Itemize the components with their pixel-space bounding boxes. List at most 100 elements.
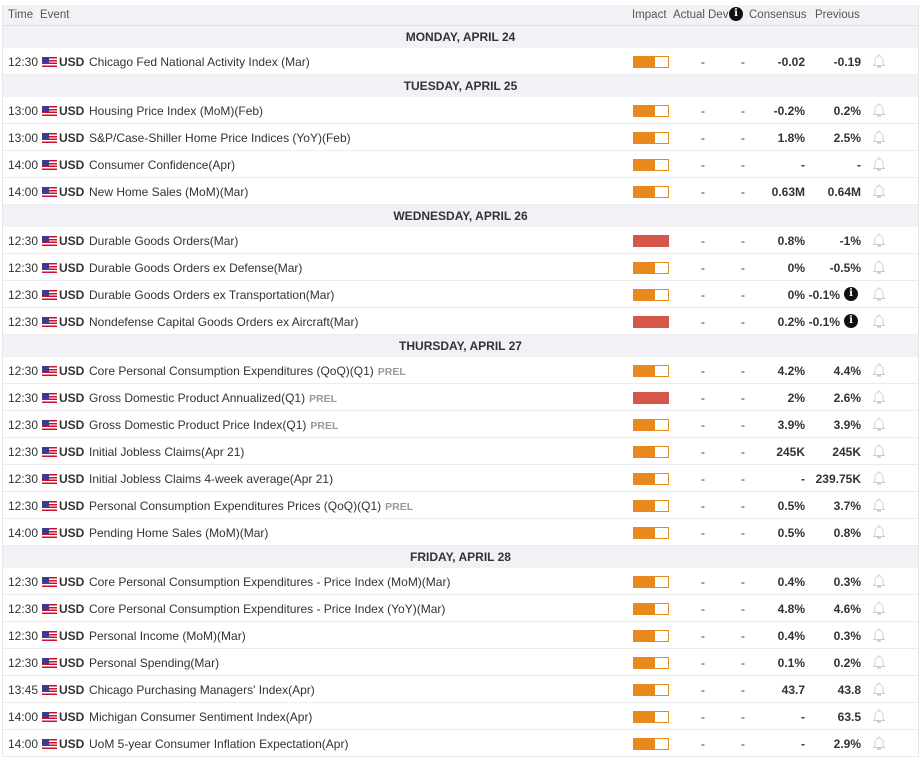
bell-icon[interactable] xyxy=(872,363,886,378)
event-name[interactable]: Chicago Purchasing Managers' Index(Apr) xyxy=(89,683,315,697)
currency-code: USD xyxy=(59,315,85,329)
event-name[interactable]: Core Personal Consumption Expenditures -… xyxy=(89,602,445,616)
event-name[interactable]: Core Personal Consumption Expenditures (… xyxy=(89,364,406,378)
bell-icon[interactable] xyxy=(872,157,886,172)
bell-icon[interactable] xyxy=(872,682,886,697)
previous-value: -0.19 xyxy=(833,55,861,69)
bell-icon[interactable] xyxy=(872,314,886,329)
event-row[interactable]: 12:30 USD Gross Domestic Product Price Ind… xyxy=(3,411,918,438)
event-name[interactable]: UoM 5-year Consumer Inflation Expectatio… xyxy=(89,737,348,751)
event-row[interactable]: 14:00 USD Consumer Confidence(Apr) - - - - xyxy=(3,151,918,178)
deviation-value: - xyxy=(741,526,745,540)
event-name[interactable]: Durable Goods Orders ex Transportation(M… xyxy=(89,288,334,302)
bell-icon[interactable] xyxy=(872,390,886,405)
bell-icon[interactable] xyxy=(872,444,886,459)
info-icon[interactable]: i xyxy=(844,314,858,328)
currency-code: USD xyxy=(59,710,85,724)
previous-value: -1% xyxy=(839,234,861,248)
event-name[interactable]: Nondefense Capital Goods Orders ex Aircr… xyxy=(89,315,358,329)
bell-icon[interactable] xyxy=(872,184,886,199)
previous-value: -0.5% xyxy=(829,261,861,275)
bell-icon[interactable] xyxy=(872,574,886,589)
bell-icon[interactable] xyxy=(872,628,886,643)
event-row[interactable]: 12:30 USD Core Personal Consumption Expend… xyxy=(3,595,918,622)
event-row[interactable]: 13:00 USD S&P/Case-Shiller Home Price Indi… xyxy=(3,124,918,151)
event-name[interactable]: New Home Sales (MoM)(Mar) xyxy=(89,185,248,199)
bell-icon[interactable] xyxy=(872,130,886,145)
event-name[interactable]: Gross Domestic Product Annualized(Q1) PRE… xyxy=(89,391,337,405)
event-row[interactable]: 12:30 USD Core Personal Consumption Expend… xyxy=(3,357,918,384)
impact-medium-bar xyxy=(633,289,669,301)
bell-icon[interactable] xyxy=(872,233,886,248)
event-row[interactable]: 13:45 USD Chicago Purchasing Managers' Ind… xyxy=(3,676,918,703)
table-header: Time Event Impact Actual Dev i Consensus… xyxy=(3,5,918,26)
event-name[interactable]: Housing Price Index (MoM)(Feb) xyxy=(89,104,263,118)
event-row[interactable]: 12:30 USD Nondefense Capital Goods Orders … xyxy=(3,308,918,335)
bell-icon[interactable] xyxy=(872,287,886,302)
bell-icon[interactable] xyxy=(872,525,886,540)
us-flag-icon xyxy=(42,366,57,376)
event-row[interactable]: 14:00 USD Pending Home Sales (MoM)(Mar) - - 0… xyxy=(3,519,918,546)
event-row[interactable]: 14:00 USD Michigan Consumer Sentiment Inde… xyxy=(3,703,918,730)
event-time: 12:30 xyxy=(8,315,39,329)
us-flag-icon xyxy=(42,57,57,67)
currency-code: USD xyxy=(59,55,85,69)
event-name[interactable]: Durable Goods Orders(Mar) xyxy=(89,234,238,248)
previous-value: 0.2% xyxy=(833,656,861,670)
event-name-text: Core Personal Consumption Expenditures (… xyxy=(89,364,374,378)
bell-icon[interactable] xyxy=(872,709,886,724)
event-row[interactable]: 14:00 USD UoM 5-year Consumer Inflation Ex… xyxy=(3,730,918,757)
event-row[interactable]: 12:30 USD Core Personal Consumption Expend… xyxy=(3,568,918,595)
event-name[interactable]: Gross Domestic Product Price Index(Q1) PR… xyxy=(89,418,338,432)
us-flag-icon xyxy=(42,528,57,538)
event-row[interactable]: 12:30 USD Initial Jobless Claims 4-week av… xyxy=(3,465,918,492)
event-name[interactable]: Personal Consumption Expenditures Prices… xyxy=(89,499,413,513)
event-row[interactable]: 12:30 USD Initial Jobless Claims(Apr 21) - -… xyxy=(3,438,918,465)
us-flag-icon xyxy=(42,160,57,170)
event-row[interactable]: 12:30 USD Personal Spending(Mar) - - 0.1% 0.2% xyxy=(3,649,918,676)
event-row[interactable]: 12:30 USD Durable Goods Orders(Mar) - - 0.8% -… xyxy=(3,227,918,254)
event-row[interactable]: 12:30 USD Durable Goods Orders ex Transpor… xyxy=(3,281,918,308)
event-name-text: Durable Goods Orders(Mar) xyxy=(89,234,239,248)
event-row[interactable]: 14:00 USD New Home Sales (MoM)(Mar) - - 0.63M… xyxy=(3,178,918,205)
us-flag-icon xyxy=(42,317,57,327)
event-row[interactable]: 12:30 USD Durable Goods Orders ex Defense(… xyxy=(3,254,918,281)
bell-icon[interactable] xyxy=(872,260,886,275)
event-row[interactable]: 13:00 USD Housing Price Index (MoM)(Feb) - -… xyxy=(3,97,918,124)
dev-info-icon[interactable]: i xyxy=(729,7,743,21)
currency-code: USD xyxy=(59,234,85,248)
event-name[interactable]: Michigan Consumer Sentiment Index(Apr) xyxy=(89,710,312,724)
info-icon[interactable]: i xyxy=(844,287,858,301)
event-row[interactable]: 12:30 USD Personal Consumption Expenditure… xyxy=(3,492,918,519)
currency-code: USD xyxy=(59,575,85,589)
bell-icon[interactable] xyxy=(872,736,886,751)
event-name[interactable]: S&P/Case-Shiller Home Price Indices (YoY… xyxy=(89,131,351,145)
event-name[interactable]: Consumer Confidence(Apr) xyxy=(89,158,235,172)
day-header: MONDAY, APRIL 24 xyxy=(3,26,918,48)
bell-icon[interactable] xyxy=(872,54,886,69)
bell-icon[interactable] xyxy=(872,103,886,118)
deviation-value: - xyxy=(741,737,745,751)
event-name[interactable]: Personal Spending(Mar) xyxy=(89,656,219,670)
deviation-value: - xyxy=(741,391,745,405)
bell-icon[interactable] xyxy=(872,655,886,670)
event-name[interactable]: Pending Home Sales (MoM)(Mar) xyxy=(89,526,268,540)
deviation-value: - xyxy=(741,418,745,432)
bell-icon[interactable] xyxy=(872,498,886,513)
event-name[interactable]: Personal Income (MoM)(Mar) xyxy=(89,629,246,643)
event-name[interactable]: Initial Jobless Claims(Apr 21) xyxy=(89,445,244,459)
event-time: 12:30 xyxy=(8,55,39,69)
event-row[interactable]: 12:30 USD Personal Income (MoM)(Mar) - - 0.4%… xyxy=(3,622,918,649)
bell-icon[interactable] xyxy=(872,417,886,432)
event-name[interactable]: Initial Jobless Claims 4-week average(Ap… xyxy=(89,472,333,486)
event-row[interactable]: 12:30 USD Chicago Fed National Activity In… xyxy=(3,48,918,75)
event-name[interactable]: Chicago Fed National Activity Index (Mar… xyxy=(89,55,310,69)
bell-icon[interactable] xyxy=(872,471,886,486)
event-row[interactable]: 12:30 USD Gross Domestic Product Annualize… xyxy=(3,384,918,411)
bell-icon[interactable] xyxy=(872,601,886,616)
consensus-value: 0.8% xyxy=(777,234,805,248)
event-name[interactable]: Durable Goods Orders ex Defense(Mar) xyxy=(89,261,302,275)
actual-value: - xyxy=(701,158,705,172)
us-flag-icon xyxy=(42,263,57,273)
event-name[interactable]: Core Personal Consumption Expenditures -… xyxy=(89,575,450,589)
